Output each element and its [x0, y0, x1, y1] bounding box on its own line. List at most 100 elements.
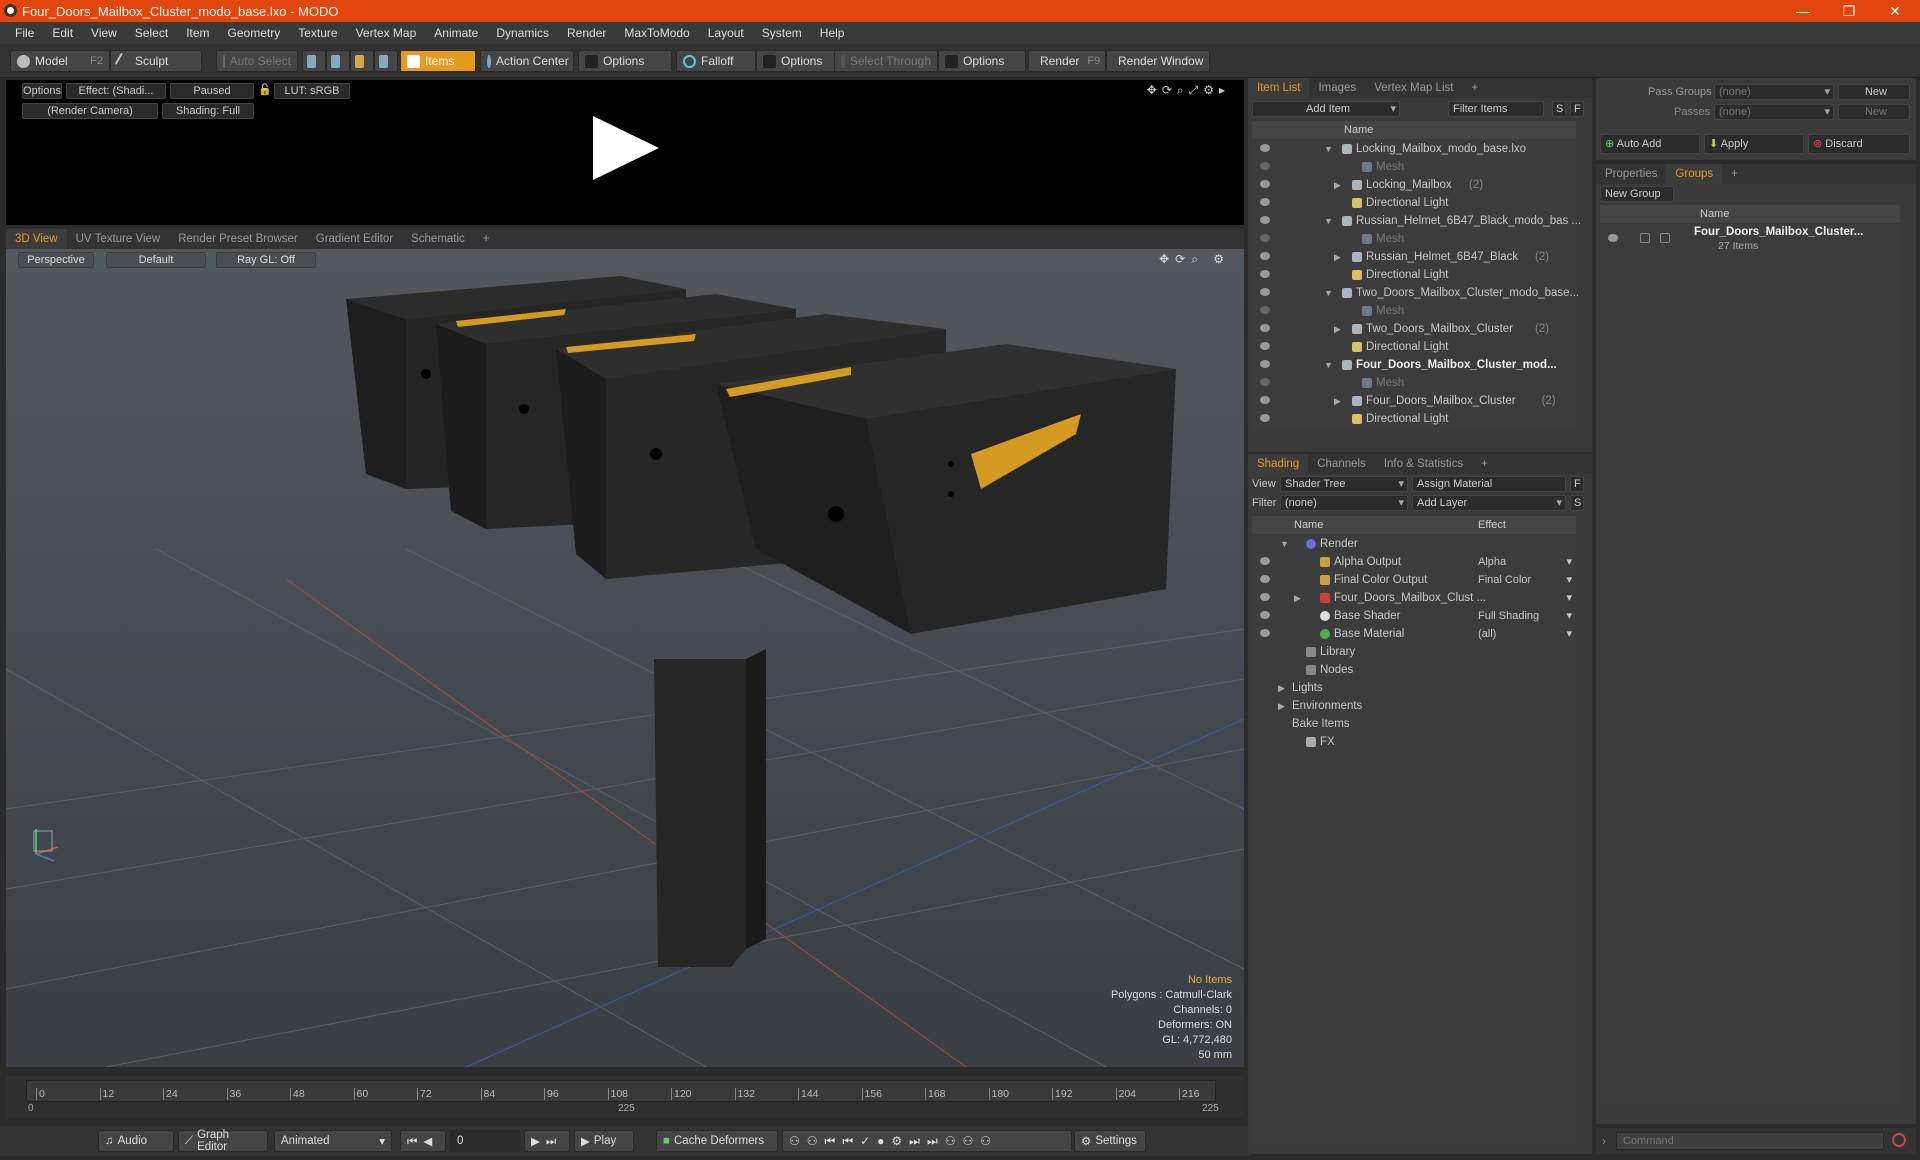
eye-icon[interactable] — [1260, 270, 1270, 278]
tab-gradient-editor[interactable]: Gradient Editor — [307, 233, 402, 245]
expand-icon[interactable]: ▶ — [1294, 589, 1301, 607]
transport-forward-buttons[interactable]: ▶⏭ — [524, 1130, 570, 1152]
new-pass-group-button[interactable]: New — [1838, 84, 1910, 100]
expand-icon[interactable]: ▶ — [1278, 679, 1285, 697]
passes-dropdown[interactable]: (none) — [1714, 104, 1834, 120]
menu-animate[interactable]: Animate — [434, 26, 478, 40]
tab-channels[interactable]: Channels — [1308, 458, 1375, 470]
tab-info-statistics[interactable]: Info & Statistics — [1375, 458, 1472, 470]
tab-images[interactable]: Images — [1309, 82, 1365, 94]
menu-render[interactable]: Render — [567, 26, 606, 40]
preview-effect-dropdown[interactable]: Effect: (Shadi... — [66, 83, 166, 99]
audio-button[interactable]: ♫ Audio — [98, 1130, 174, 1152]
expand-icon[interactable]: ▶ — [1334, 320, 1341, 338]
preview-lut-dropdown[interactable]: LUT: sRGB — [274, 83, 350, 99]
key-tools[interactable]: ⚇⚇⏮⏮✓●⚙⏭⏭⚇⚇⚇ — [782, 1130, 1072, 1152]
cache-deformers-button[interactable]: ■ Cache Deformers — [656, 1130, 778, 1152]
tab-render-preset-browser[interactable]: Render Preset Browser — [169, 233, 307, 245]
preview-shading-dropdown[interactable]: Shading: Full — [162, 103, 254, 119]
edges-mode-button[interactable] — [326, 50, 350, 72]
shader-row[interactable]: Alpha Output Alpha ▾ — [1252, 553, 1576, 571]
lock-icon[interactable]: 🔓 — [258, 83, 272, 99]
item-row[interactable]: Mesh — [1252, 230, 1576, 248]
group-row[interactable]: Four_Doors_Mailbox_Cluster... 27 Items — [1600, 226, 1900, 260]
effect-dropdown[interactable]: Final Color ▾ — [1478, 571, 1576, 589]
model-button[interactable]: Model F2 — [10, 50, 110, 72]
item-row[interactable]: Directional Light — [1252, 338, 1576, 356]
expand-icon[interactable]: ▶ — [1334, 176, 1341, 194]
shader-row[interactable]: ▶ Four_Doors_Mailbox_Clust ... ▾ — [1252, 589, 1576, 607]
action-center-button[interactable]: Action Center — [480, 50, 574, 72]
expand-icon[interactable]: ▶ — [1278, 697, 1285, 715]
effect-dropdown[interactable]: Alpha ▾ — [1478, 553, 1576, 571]
menu-system[interactable]: System — [762, 26, 802, 40]
transport-back-buttons[interactable]: ⏮◀ — [400, 1130, 446, 1152]
close-icon[interactable]: ✕ — [1872, 0, 1918, 22]
eye-icon[interactable] — [1260, 342, 1270, 350]
new-group-button[interactable]: New Group — [1600, 186, 1674, 202]
select-checkbox[interactable] — [1660, 233, 1670, 243]
tab-shading[interactable]: Shading — [1248, 454, 1309, 474]
filter-s-button[interactable]: S — [1552, 101, 1566, 117]
add-tab-icon[interactable]: + — [474, 233, 499, 245]
tab-properties[interactable]: Properties — [1596, 168, 1666, 180]
eye-icon[interactable] — [1260, 324, 1270, 332]
expand-icon[interactable]: ▼ — [1324, 140, 1333, 158]
add-layer-dropdown[interactable]: Add Layer — [1412, 495, 1566, 511]
tab-schematic[interactable]: Schematic — [402, 233, 474, 245]
menu-file[interactable]: File — [15, 26, 34, 40]
add-tab-icon[interactable]: + — [1462, 82, 1487, 94]
eye-icon[interactable] — [1260, 557, 1270, 565]
shader-row[interactable]: Bake Items — [1252, 715, 1576, 733]
menu-dynamics[interactable]: Dynamics — [496, 26, 549, 40]
eye-icon[interactable] — [1260, 360, 1270, 368]
item-row[interactable]: Mesh — [1252, 302, 1576, 320]
menu-view[interactable]: View — [91, 26, 117, 40]
shader-row[interactable]: Base Shader Full Shading ▾ — [1252, 607, 1576, 625]
item-row[interactable]: ▼ Russian_Helmet_6B47_Black_modo_bas ... — [1252, 212, 1581, 230]
menu-geometry[interactable]: Geometry — [228, 26, 281, 40]
tab-uv-texture-view[interactable]: UV Texture View — [67, 233, 170, 245]
play-button[interactable]: ▶ Play — [574, 1130, 634, 1152]
sculpt-button[interactable]: Sculpt — [110, 50, 202, 72]
item-row[interactable]: ▼ Locking_Mailbox_modo_base.lxo — [1252, 140, 1576, 158]
materials-mode-button[interactable] — [374, 50, 398, 72]
add-tab-icon[interactable]: + — [1472, 458, 1497, 470]
shader-row[interactable]: ▼ Render — [1252, 535, 1576, 553]
expand-icon[interactable]: ▼ — [1280, 535, 1289, 553]
view-dropdown[interactable]: Shader Tree — [1280, 476, 1408, 492]
menu-maxtomodo[interactable]: MaxToModo — [624, 26, 689, 40]
auto-select-button[interactable]: Auto Select — [216, 50, 298, 72]
eye-icon[interactable] — [1260, 611, 1270, 619]
add-tab-icon[interactable]: + — [1722, 168, 1747, 180]
filter-dropdown[interactable]: (none) — [1280, 495, 1408, 511]
eye-icon[interactable] — [1260, 288, 1270, 296]
expand-icon[interactable]: ▼ — [1324, 284, 1333, 302]
menu-help[interactable]: Help — [820, 26, 845, 40]
shading-s-button[interactable]: S — [1570, 495, 1584, 511]
new-pass-button[interactable]: New — [1838, 104, 1910, 120]
vertices-mode-button[interactable] — [302, 50, 326, 72]
filter-items-input[interactable]: Filter Items — [1448, 101, 1544, 117]
item-row[interactable]: ▶ Russian_Helmet_6B47_Black (2) — [1252, 248, 1576, 266]
eye-icon[interactable] — [1260, 414, 1270, 422]
shading-f-button[interactable]: F — [1570, 476, 1584, 492]
eye-icon[interactable] — [1260, 396, 1270, 404]
auto-add-button[interactable]: ⊕ Auto Add — [1600, 134, 1700, 154]
frame-input[interactable]: 0 — [450, 1130, 520, 1152]
render-button[interactable]: Render F9 — [1028, 50, 1106, 72]
item-row[interactable]: Mesh — [1252, 374, 1576, 392]
eye-icon[interactable] — [1260, 378, 1270, 386]
item-row[interactable]: ▼ Four_Doors_Mailbox_Cluster_mod... — [1252, 356, 1576, 374]
eye-icon[interactable] — [1260, 629, 1270, 637]
shader-row[interactable]: FX — [1252, 733, 1576, 751]
item-row[interactable]: ▶ Two_Doors_Mailbox_Cluster (2) — [1252, 320, 1576, 338]
expand-icon[interactable]: ▶ — [1334, 392, 1341, 410]
shader-row[interactable]: ▶ Environments — [1252, 697, 1576, 715]
select-through-button[interactable]: Select Through — [834, 50, 938, 72]
apply-button[interactable]: ⬇ Apply — [1704, 134, 1804, 154]
eye-icon[interactable] — [1260, 306, 1270, 314]
item-row[interactable]: Directional Light — [1252, 410, 1576, 428]
shader-row[interactable]: Nodes — [1252, 661, 1576, 679]
assign-material-button[interactable]: Assign Material — [1412, 476, 1566, 492]
